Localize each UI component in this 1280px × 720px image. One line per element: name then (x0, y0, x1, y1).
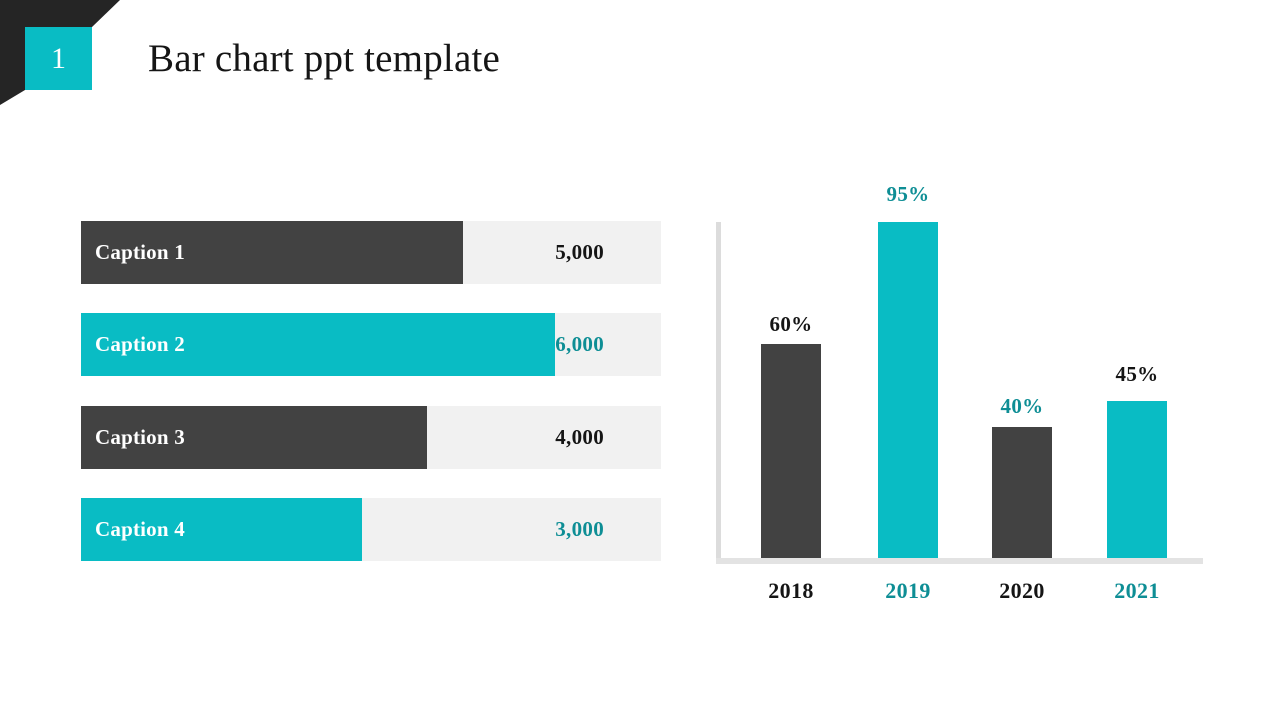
hbar-caption-label: Caption 4 (95, 517, 185, 541)
vbar-value-label-2018: 60% (769, 312, 813, 336)
hbar-row[interactable]: Caption 1 5,000 (81, 221, 661, 284)
hbar-value-label: 6,000 (555, 332, 604, 356)
hbar-value-label: 3,000 (555, 517, 604, 541)
page-title: Bar chart ppt template (148, 37, 501, 80)
hbar-row[interactable]: Caption 2 6,000 (81, 313, 661, 376)
vbar-2021[interactable] (1107, 401, 1167, 558)
vbar-value-label-2021: 45% (1115, 362, 1159, 386)
hbar-caption-label: Caption 1 (95, 240, 185, 264)
slide-number-badge: 1 (25, 27, 92, 90)
hbar-value-label: 5,000 (555, 240, 604, 264)
horizontal-bar-chart: Caption 1 5,000 Caption 2 6,000 Caption … (81, 221, 661, 562)
vbar-category-label-2018: 2018 (768, 578, 814, 603)
hbar-caption-label: Caption 3 (95, 425, 185, 449)
slide-canvas: 1 Bar chart ppt template Caption 1 5,000… (0, 0, 1280, 720)
slide-number-label: 1 (51, 41, 66, 75)
y-axis-line (716, 222, 721, 563)
vbar-category-label-2020: 2020 (999, 578, 1045, 603)
vbar-value-label-2019: 95% (886, 182, 930, 206)
vertical-bar-chart: 60% 2018 95% 2019 40% 2020 45% 2021 (700, 170, 1220, 610)
vbar-category-label-2021: 2021 (1114, 578, 1160, 603)
hbar-row[interactable]: Caption 4 3,000 (81, 498, 661, 561)
x-axis-line (716, 558, 1203, 564)
vbar-2018[interactable] (761, 344, 821, 558)
hbar-caption-label: Caption 2 (95, 332, 185, 356)
vbar-category-label-2019: 2019 (885, 578, 931, 603)
vbar-value-label-2020: 40% (1000, 394, 1044, 418)
vbar-2020[interactable] (992, 427, 1052, 558)
hbar-row[interactable]: Caption 3 4,000 (81, 406, 661, 469)
hbar-value-label: 4,000 (555, 425, 604, 449)
vbar-2019[interactable] (878, 222, 938, 558)
